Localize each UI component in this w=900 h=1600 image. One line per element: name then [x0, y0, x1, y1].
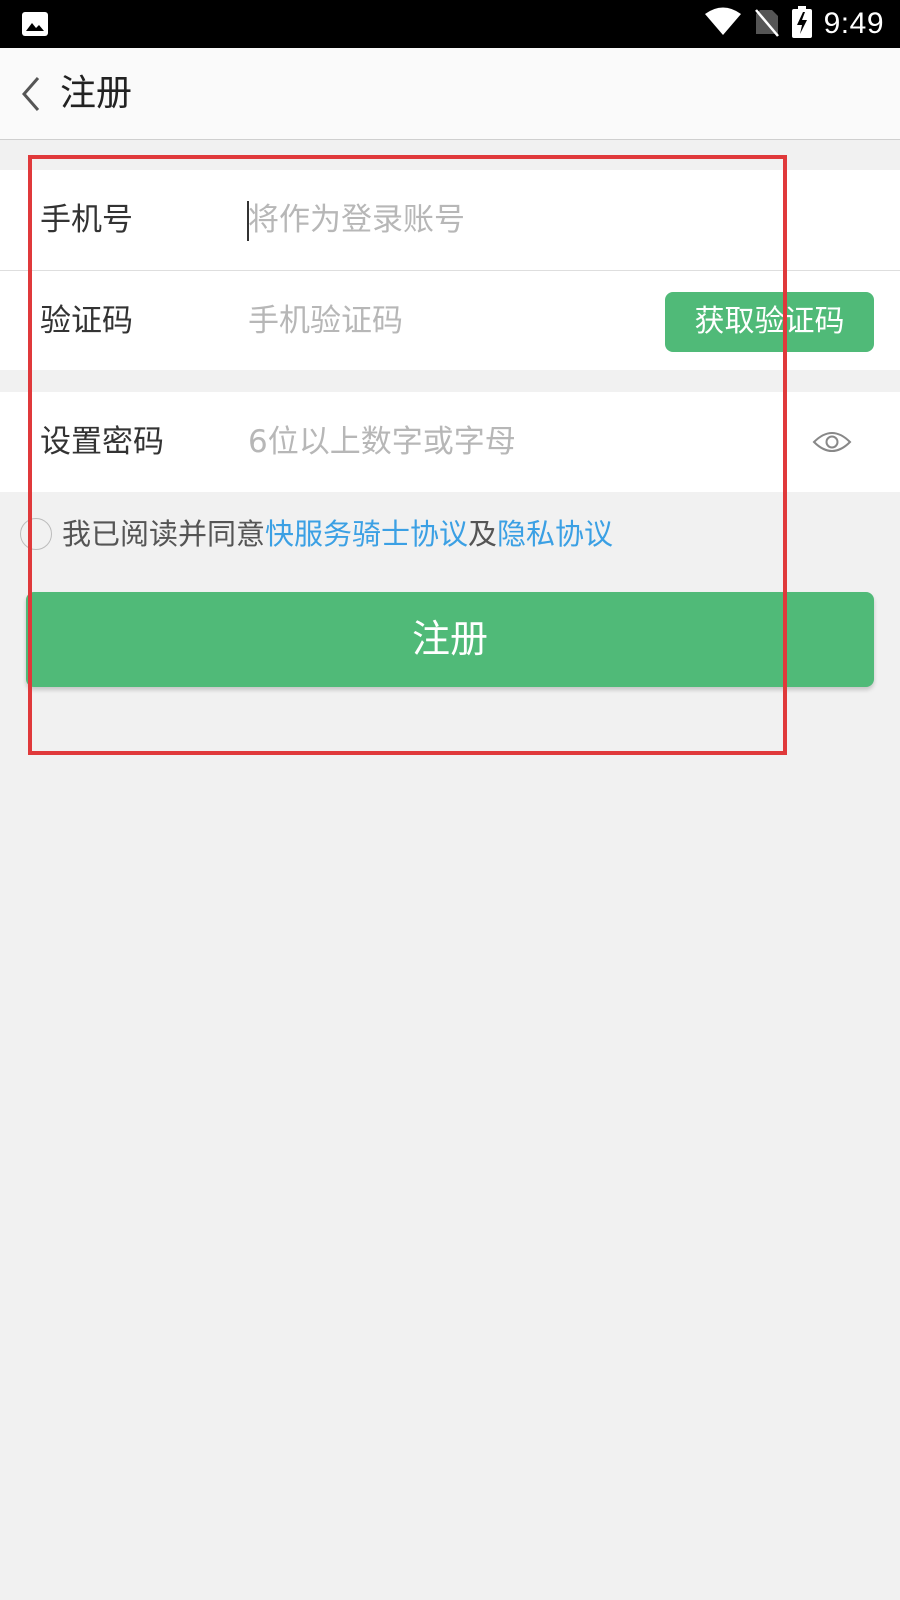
status-icons: 9:49: [704, 0, 884, 48]
code-label: 验证码: [40, 303, 133, 339]
wifi-icon: [704, 7, 742, 41]
code-input[interactable]: 手机验证码: [248, 271, 628, 371]
agreement-checkbox[interactable]: [20, 518, 52, 550]
status-time: 9:49: [823, 7, 884, 40]
app-bar: 注册: [0, 48, 900, 140]
image-icon: [20, 10, 50, 38]
chevron-left-icon: [22, 77, 40, 111]
password-input[interactable]: 6位以上数字或字母: [248, 392, 748, 492]
agreement-row: 我已阅读并同意快服务骑士协议及隐私协议: [0, 505, 900, 565]
status-bar: 9:49: [0, 0, 900, 48]
eye-icon[interactable]: [812, 424, 852, 460]
phone-row: 手机号 将作为登录账号: [0, 170, 900, 270]
agreement-text: 我已阅读并同意快服务骑士协议及隐私协议: [62, 505, 613, 563]
password-group: 设置密码 6位以上数字或字母: [0, 392, 900, 492]
phone-label: 手机号: [40, 202, 133, 238]
get-code-button[interactable]: 获取验证码: [665, 292, 874, 352]
battery-charging-icon: [791, 6, 812, 42]
register-button[interactable]: 注册: [26, 592, 874, 687]
password-row: 设置密码 6位以上数字或字母: [0, 392, 900, 492]
back-button[interactable]: [18, 74, 48, 114]
no-sim-icon: [754, 7, 780, 41]
agreement-prefix: 我已阅读并同意: [62, 517, 266, 551]
password-label: 设置密码: [40, 424, 164, 460]
rider-agreement-link[interactable]: 快服务骑士协议: [265, 517, 468, 551]
page-title: 注册: [60, 73, 133, 114]
code-row: 验证码 手机验证码 获取验证码: [0, 270, 900, 370]
agreement-conjunction: 及: [468, 517, 498, 551]
account-group: 手机号 将作为登录账号 验证码 手机验证码 获取验证码: [0, 170, 900, 370]
privacy-agreement-link[interactable]: 隐私协议: [497, 517, 613, 551]
phone-input[interactable]: 将作为登录账号: [248, 170, 648, 270]
